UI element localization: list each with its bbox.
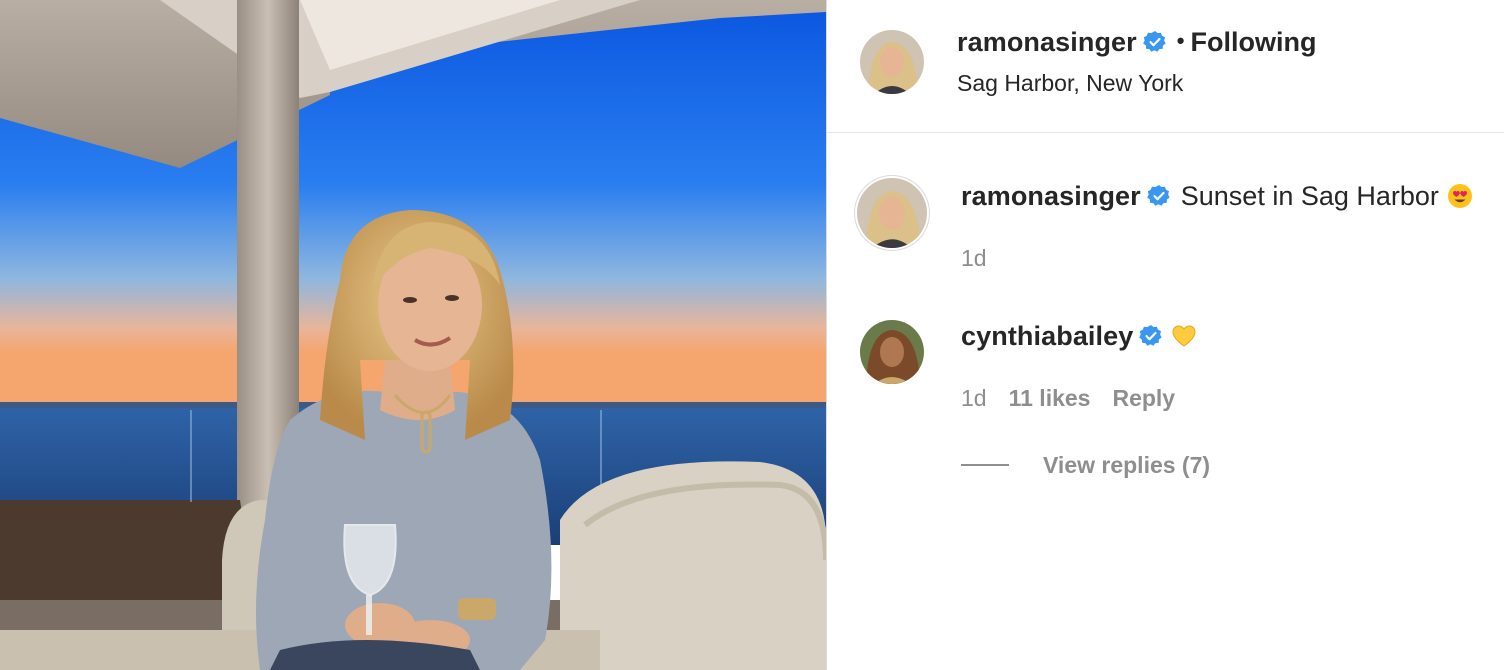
yellow-heart-emoji <box>1171 323 1197 349</box>
comment-username[interactable]: cynthiabailey <box>961 321 1133 351</box>
verified-badge-icon <box>1139 324 1163 348</box>
comment-meta: 1d 11 likes Reply <box>961 385 1197 412</box>
view-replies-button[interactable]: View replies (7) <box>961 452 1210 479</box>
caption-meta: 1d <box>961 245 1009 272</box>
caption-text: Sunset in Sag Harbor <box>1180 181 1439 211</box>
verified-badge-icon <box>1142 30 1167 54</box>
reply-button[interactable]: Reply <box>1112 385 1175 411</box>
comment-timestamp[interactable]: 1d <box>961 385 987 411</box>
header-title-line: ramonasinger • Following <box>957 27 1316 58</box>
replies-line <box>961 464 1009 466</box>
location-link[interactable]: Sag Harbor, New York <box>957 70 1183 97</box>
header-username[interactable]: ramonasinger <box>957 27 1137 57</box>
avatar[interactable] <box>860 320 924 384</box>
verified-badge-icon <box>1146 184 1171 208</box>
post-photo[interactable] <box>0 0 826 670</box>
post-side-panel: ramonasinger • Following Sag Harbor, New Y… <box>827 0 1504 670</box>
view-replies-label: View replies (7) <box>1043 452 1211 478</box>
avatar[interactable] <box>857 178 927 248</box>
comment-username[interactable]: ramonasinger <box>961 181 1141 211</box>
caption-line: ramonasinger Sunset in Sag Harbor <box>961 181 1473 212</box>
avatar[interactable] <box>860 30 924 94</box>
heart-eyes-emoji <box>1447 183 1473 209</box>
instagram-post: ramonasinger • Following Sag Harbor, New Y… <box>0 0 1504 670</box>
comment-line: cynthiabailey <box>961 321 1197 352</box>
following-button[interactable]: Following <box>1190 27 1316 57</box>
post-header: ramonasinger • Following Sag Harbor, New Y… <box>827 0 1504 133</box>
comment-likes[interactable]: 11 likes <box>1009 385 1091 411</box>
separator-dot: • <box>1176 28 1185 53</box>
caption-timestamp[interactable]: 1d <box>961 245 987 271</box>
